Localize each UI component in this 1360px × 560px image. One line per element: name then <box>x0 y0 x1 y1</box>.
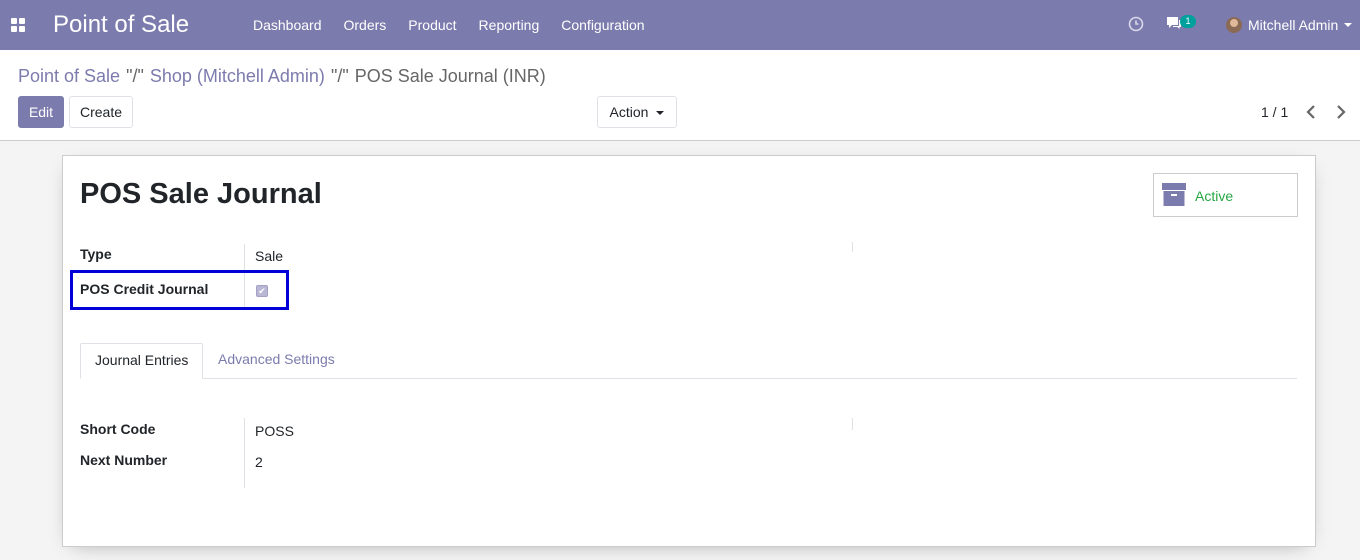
active-status-label: Active <box>1195 188 1234 204</box>
active-toggle-button[interactable]: Active <box>1153 173 1298 217</box>
short-code-label: Short Code <box>80 421 156 437</box>
notebook-tabs: Journal Entries Advanced Settings <box>80 343 1297 379</box>
chat-badge: 1 <box>1180 15 1196 28</box>
field-separator <box>244 418 245 488</box>
user-menu[interactable]: Mitchell Admin <box>1226 0 1353 50</box>
clock-icon[interactable] <box>1128 16 1144 35</box>
column-separator <box>852 242 853 252</box>
caret-down-icon <box>1344 23 1353 27</box>
type-label: Type <box>80 246 112 262</box>
edit-button[interactable]: Edit <box>18 96 64 128</box>
highlight-box <box>70 270 289 310</box>
breadcrumb-current: POS Sale Journal (INR) <box>354 66 546 86</box>
breadcrumb-shop[interactable]: Shop (Mitchell Admin) <box>150 66 325 87</box>
menu-item-product[interactable]: Product <box>397 0 467 50</box>
menu-item-dashboard[interactable]: Dashboard <box>242 0 333 50</box>
chevron-right-icon[interactable] <box>1335 104 1347 123</box>
user-name: Mitchell Admin <box>1248 17 1339 33</box>
chevron-left-icon[interactable] <box>1305 104 1317 123</box>
avatar <box>1226 17 1242 33</box>
create-button[interactable]: Create <box>69 96 133 128</box>
archive-icon <box>1162 183 1186 210</box>
menu-item-reporting[interactable]: Reporting <box>468 0 551 50</box>
record-title: POS Sale Journal <box>80 178 322 210</box>
next-number-label: Next Number <box>80 452 168 468</box>
breadcrumb-separator: "/" <box>126 66 144 86</box>
short-code-value: POSS <box>255 423 294 439</box>
control-panel: Point of Sale "/" Shop (Mitchell Admin) … <box>0 50 1360 141</box>
breadcrumb-separator: "/" <box>330 66 349 86</box>
form-sheet: POS Sale Journal Active Type Sale POS Cr… <box>62 155 1316 547</box>
breadcrumb: Point of Sale "/" Shop (Mitchell Admin) … <box>18 66 546 87</box>
tab-advanced-settings[interactable]: Advanced Settings <box>204 343 349 378</box>
top-navbar: Point of Sale Dashboard Orders Product R… <box>0 0 1360 50</box>
caret-down-icon <box>656 111 665 116</box>
action-label: Action <box>609 104 649 120</box>
main-menu: Dashboard Orders Product Reporting Confi… <box>242 0 656 50</box>
type-value: Sale <box>255 248 284 264</box>
breadcrumb-root[interactable]: Point of Sale <box>18 66 120 87</box>
tab-journal-entries[interactable]: Journal Entries <box>80 343 204 379</box>
apps-icon[interactable] <box>11 18 25 32</box>
next-number-value: 2 <box>255 454 263 470</box>
menu-item-configuration[interactable]: Configuration <box>550 0 655 50</box>
app-title[interactable]: Point of Sale <box>53 11 189 39</box>
action-dropdown[interactable]: Action <box>597 96 677 128</box>
column-separator <box>852 418 853 430</box>
pager-value[interactable]: 1 / 1 <box>1261 104 1288 120</box>
menu-item-orders[interactable]: Orders <box>333 0 398 50</box>
